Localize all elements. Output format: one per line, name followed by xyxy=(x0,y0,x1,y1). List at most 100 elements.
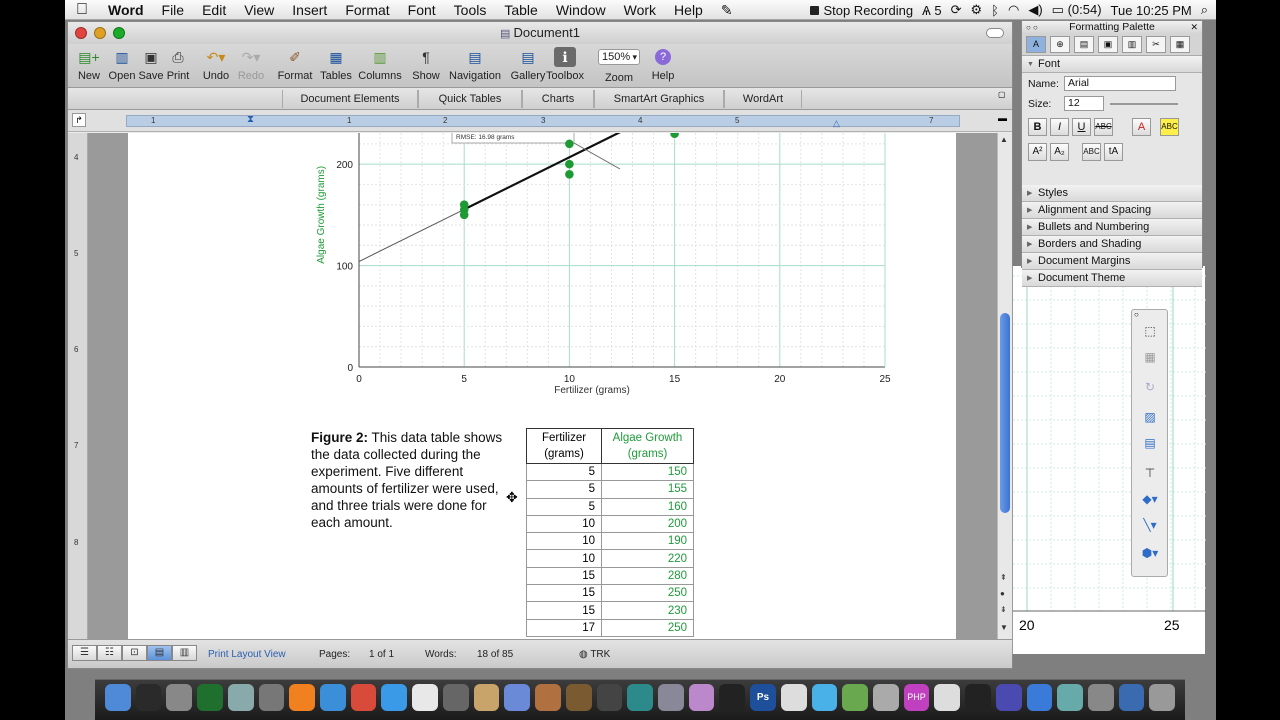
clapper-icon[interactable] xyxy=(719,684,746,711)
menu-edit[interactable]: Edit xyxy=(193,0,235,20)
redo-button[interactable]: ↷▾ Redo xyxy=(236,47,266,83)
toolbox-close-icon[interactable]: ○ xyxy=(1134,310,1139,319)
garageband-icon[interactable] xyxy=(565,684,592,711)
superscript-button[interactable]: A² xyxy=(1028,143,1047,161)
menu-word[interactable]: Word xyxy=(99,0,153,20)
reference-icon[interactable]: ▥ xyxy=(1122,36,1142,53)
algae-cell[interactable]: 155 xyxy=(601,480,694,499)
show-button[interactable]: ¶ Show xyxy=(411,47,441,82)
menu-file[interactable]: File xyxy=(153,0,194,20)
screenshot-icon[interactable] xyxy=(442,684,469,711)
finder-folder-icon[interactable] xyxy=(1118,684,1145,711)
dashboard-icon[interactable] xyxy=(135,684,162,711)
menu-format[interactable]: Format xyxy=(336,0,398,20)
undo-button[interactable]: ↶▾ Undo xyxy=(201,47,231,83)
trash-icon[interactable] xyxy=(1149,684,1176,711)
scroll-down-icon[interactable]: ▼ xyxy=(1000,623,1008,632)
algae-cell[interactable]: 280 xyxy=(601,567,694,586)
algae-cell[interactable]: 230 xyxy=(601,601,694,620)
notebook-view-icon[interactable]: ▥ xyxy=(172,645,197,661)
document-page[interactable]: 0 5 10 15 20 25 0 100 200 Fertilizer (grams) Algae… xyxy=(128,133,956,640)
wifi-icon[interactable]: ◠ xyxy=(1008,2,1019,18)
menu-view[interactable]: View xyxy=(235,0,283,20)
scroll-thumb[interactable] xyxy=(1000,313,1010,513)
shapes-icon[interactable]: ◆▾ xyxy=(1140,492,1160,510)
toolbox-button[interactable]: ℹ Toolbox xyxy=(543,47,587,82)
select-rectangle-icon[interactable]: ⬚ xyxy=(1140,324,1160,342)
projects-icon[interactable]: ▦ xyxy=(1170,36,1190,53)
grid-icon[interactable]: ▦ xyxy=(1140,350,1160,368)
alignment-section[interactable]: Alignment and Spacing xyxy=(1022,202,1202,219)
toolbar-toggle-button[interactable] xyxy=(986,28,1004,38)
palette-close-icon[interactable]: ○ ○ xyxy=(1026,21,1038,34)
photo-icon[interactable] xyxy=(166,684,193,711)
paper-icon[interactable] xyxy=(780,684,807,711)
itunes-icon[interactable] xyxy=(504,684,531,711)
apple-menu-icon[interactable]:  xyxy=(65,1,99,19)
plant-icon[interactable] xyxy=(842,684,868,711)
pencil-icon[interactable] xyxy=(872,684,899,711)
stamp-icon[interactable] xyxy=(995,684,1022,711)
print-layout-view-icon[interactable]: ▤ xyxy=(147,645,172,661)
palette-close-x-icon[interactable]: ✕ xyxy=(1190,21,1198,34)
table-row[interactable]: 5 150 xyxy=(526,463,694,482)
select-browse-icon[interactable]: ● xyxy=(1000,589,1005,598)
figure-caption[interactable]: Figure 2: This data table shows the data… xyxy=(311,429,511,531)
calendar-icon[interactable] xyxy=(412,684,438,711)
prev-page-icon[interactable]: ⇞ xyxy=(1000,573,1007,582)
activity-monitor-icon[interactable] xyxy=(197,684,223,711)
zoom-button[interactable] xyxy=(113,27,125,39)
bullets-section[interactable]: Bullets and Numbering xyxy=(1022,219,1202,236)
ruler-track[interactable]: 1 1 2 3 4 5 7 ⧗ △ xyxy=(126,114,960,129)
right-indent-marker[interactable]: △ xyxy=(833,118,840,129)
tab-document-elements[interactable]: Document Elements xyxy=(282,90,418,108)
bluetooth-icon[interactable]: ᛒ xyxy=(991,3,999,18)
menu-help[interactable]: Help xyxy=(665,0,712,20)
table-row[interactable]: 5 155 xyxy=(526,480,694,499)
fertilizer-cell[interactable]: 10 xyxy=(526,549,602,568)
format-button[interactable]: ✐ Format xyxy=(277,47,313,83)
algae-cell[interactable]: 160 xyxy=(601,498,694,516)
font-size-slider[interactable] xyxy=(1110,103,1178,105)
tab-charts[interactable]: Charts xyxy=(522,90,594,108)
tab-quick-tables[interactable]: Quick Tables xyxy=(418,90,522,108)
outline-view-icon[interactable]: ☷ xyxy=(97,645,122,661)
picture-icon[interactable]: ▨ xyxy=(1140,410,1160,428)
radar-icon[interactable] xyxy=(1057,684,1083,711)
columns-button[interactable]: ▥ Columns xyxy=(357,47,403,83)
table-row[interactable]: 17 250 xyxy=(526,619,694,637)
iphoto-icon[interactable] xyxy=(535,684,561,711)
stop-recording-button[interactable]: Stop Recording xyxy=(810,3,913,18)
font-name-field[interactable]: Arial xyxy=(1064,76,1176,91)
all-caps-button[interactable]: tA xyxy=(1104,143,1123,161)
vlc-icon[interactable] xyxy=(289,684,316,711)
scrapbook-icon[interactable]: ▣ xyxy=(1098,36,1118,53)
small-caps-button[interactable]: ABC xyxy=(1082,143,1101,161)
subscript-button[interactable]: A₂ xyxy=(1050,143,1069,161)
strikethrough-button[interactable]: ABC xyxy=(1094,118,1113,136)
adobe-icon[interactable]: Ѧ 5 xyxy=(922,3,942,18)
text-box-icon[interactable]: ⊤ xyxy=(1140,466,1160,484)
underline-button[interactable]: U xyxy=(1072,118,1091,136)
notes-icon[interactable] xyxy=(934,684,961,711)
scatter-chart[interactable]: 0 5 10 15 20 25 0 100 200 Fertilizer (grams) Algae… xyxy=(128,133,956,419)
citations-icon[interactable]: ▤ xyxy=(1074,36,1094,53)
compatibility-icon[interactable]: ✂ xyxy=(1146,36,1166,53)
cuda-icon[interactable] xyxy=(596,684,623,711)
fertilizer-cell[interactable]: 15 xyxy=(526,601,602,620)
next-page-icon[interactable]: ⇟ xyxy=(1000,605,1007,614)
track-changes-icon[interactable]: ◍ TRK xyxy=(579,649,610,660)
algae-cell[interactable]: 220 xyxy=(601,549,694,568)
table-row[interactable]: 15 280 xyxy=(526,567,694,586)
algae-cell[interactable]: 250 xyxy=(601,619,694,637)
data-table[interactable]: Fertilizer (grams) Algae Growth (grams) 51… xyxy=(526,428,694,637)
margins-section[interactable]: Document Margins xyxy=(1022,253,1202,270)
rotate-icon[interactable]: ↻ xyxy=(1140,380,1160,398)
twitter-icon[interactable] xyxy=(381,684,408,711)
font-section-header[interactable]: Font xyxy=(1022,56,1202,73)
screensaver-icon[interactable] xyxy=(657,684,684,711)
tab-smartart[interactable]: SmartArt Graphics xyxy=(594,90,724,108)
zoom-control[interactable]: 150% Zoom xyxy=(593,47,645,84)
gallery-collapse-icon[interactable]: ▢ xyxy=(998,90,1010,102)
vertical-ruler[interactable]: 4 5 6 7 8 xyxy=(68,133,88,640)
